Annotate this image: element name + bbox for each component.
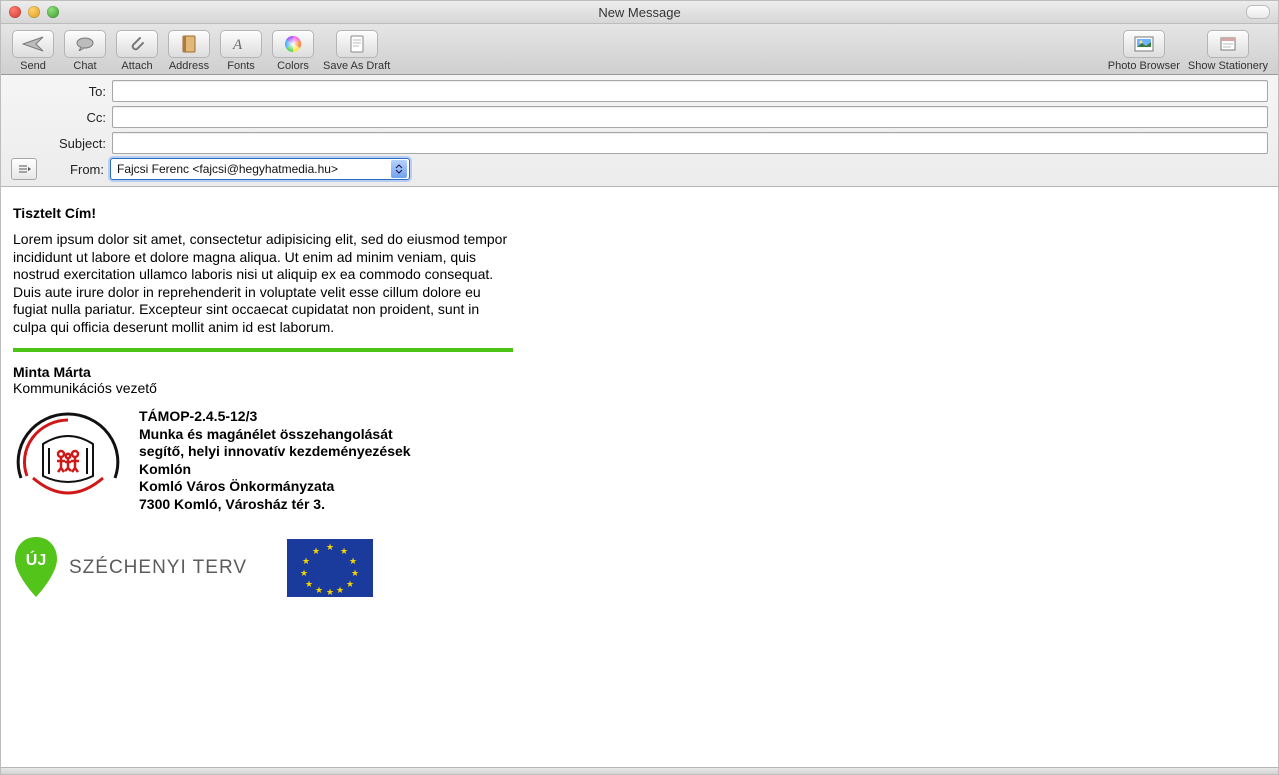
stepper-arrows-icon bbox=[391, 160, 407, 178]
tb-send-label: Send bbox=[20, 60, 46, 72]
signature-name: Minta Márta bbox=[13, 364, 513, 380]
project-line1: Munka és magánélet összehangolását bbox=[139, 426, 411, 444]
header-options-button[interactable] bbox=[11, 158, 37, 180]
tb-fonts[interactable]: A Fonts bbox=[219, 30, 263, 72]
project-org: Komló Város Önkormányzata bbox=[139, 478, 411, 496]
tb-chat[interactable]: Chat bbox=[63, 30, 107, 72]
szechenyi-logo: ÚJ SZÉCHENYI TERV bbox=[13, 535, 247, 601]
project-text: TÁMOP-2.4.5-12/3 Munka és magánélet össz… bbox=[139, 408, 411, 513]
toolbar: Send Chat Attach Address A Fonts bbox=[1, 24, 1278, 75]
signature-role: Kommunikációs vezető bbox=[13, 380, 513, 396]
cc-field[interactable] bbox=[112, 106, 1268, 128]
colors-icon bbox=[284, 35, 302, 53]
compose-headers: To: Cc: Subject: From: Fajcsi Ferenc <fa… bbox=[1, 75, 1278, 187]
tb-attach-label: Attach bbox=[121, 60, 152, 72]
project-line2: segítő, helyi innovatív kezdeményezések bbox=[139, 443, 411, 461]
send-icon bbox=[22, 36, 44, 52]
divider-green bbox=[13, 348, 513, 352]
tb-address[interactable]: Address bbox=[167, 30, 211, 72]
fonts-icon: A bbox=[232, 36, 250, 52]
from-select[interactable]: Fajcsi Ferenc <fajcsi@hegyhatmedia.hu> bbox=[110, 158, 410, 180]
tb-colors[interactable]: Colors bbox=[271, 30, 315, 72]
tb-send[interactable]: Send bbox=[11, 30, 55, 72]
mail-compose-window: New Message Send Chat Attach Address A F… bbox=[0, 0, 1279, 775]
toolbar-toggle-pill[interactable] bbox=[1246, 5, 1270, 19]
stationery-icon bbox=[1219, 36, 1237, 52]
svg-text:A: A bbox=[232, 37, 243, 52]
tb-photo-label: Photo Browser bbox=[1108, 60, 1180, 72]
subject-field[interactable] bbox=[112, 132, 1268, 154]
cc-label: Cc: bbox=[11, 110, 112, 125]
project-line3: Komlón bbox=[139, 461, 411, 479]
chat-icon bbox=[75, 37, 95, 51]
project-address: 7300 Komló, Városház tér 3. bbox=[139, 496, 411, 514]
tb-stationery[interactable]: Show Stationery bbox=[1188, 30, 1268, 72]
message-body[interactable]: Tisztelt Cím! Lorem ipsum dolor sit amet… bbox=[1, 187, 1278, 767]
paperclip-icon bbox=[128, 35, 146, 53]
to-label: To: bbox=[11, 84, 112, 99]
szechenyi-text: SZÉCHENYI TERV bbox=[69, 557, 247, 579]
body-paragraph: Lorem ipsum dolor sit amet, consectetur … bbox=[13, 231, 513, 336]
titlebar: New Message bbox=[1, 1, 1278, 24]
tb-fonts-label: Fonts bbox=[227, 60, 255, 72]
to-field[interactable] bbox=[112, 80, 1268, 102]
window-title: New Message bbox=[1, 5, 1278, 20]
project-code: TÁMOP-2.4.5-12/3 bbox=[139, 408, 411, 426]
project-block: TÁMOP-2.4.5-12/3 Munka és magánélet össz… bbox=[13, 408, 513, 513]
address-book-icon bbox=[181, 35, 197, 53]
tb-stationery-label: Show Stationery bbox=[1188, 60, 1268, 72]
pin-uj-icon: ÚJ bbox=[13, 535, 59, 601]
draft-icon bbox=[349, 35, 365, 53]
salutation: Tisztelt Cím! bbox=[13, 205, 513, 221]
tb-colors-label: Colors bbox=[277, 60, 309, 72]
tb-photo-browser[interactable]: Photo Browser bbox=[1108, 30, 1180, 72]
tb-attach[interactable]: Attach bbox=[115, 30, 159, 72]
tb-draft-label: Save As Draft bbox=[323, 60, 390, 72]
project-crest-icon bbox=[13, 408, 123, 508]
from-value: Fajcsi Ferenc <fajcsi@hegyhatmedia.hu> bbox=[117, 162, 338, 176]
window-footer bbox=[1, 767, 1278, 774]
tb-address-label: Address bbox=[169, 60, 209, 72]
tb-chat-label: Chat bbox=[73, 60, 96, 72]
svg-text:ÚJ: ÚJ bbox=[26, 550, 46, 569]
photo-icon bbox=[1134, 36, 1154, 52]
logos-row: ÚJ SZÉCHENYI TERV ★ ★ ★ ★ ★ ★ ★ ★ ★ ★ ★ bbox=[13, 535, 513, 601]
eu-flag-icon: ★ ★ ★ ★ ★ ★ ★ ★ ★ ★ ★ ★ bbox=[287, 539, 373, 597]
list-icon bbox=[17, 164, 31, 174]
tb-draft[interactable]: Save As Draft bbox=[323, 30, 390, 72]
subject-label: Subject: bbox=[11, 136, 112, 151]
from-label: From: bbox=[45, 162, 110, 177]
